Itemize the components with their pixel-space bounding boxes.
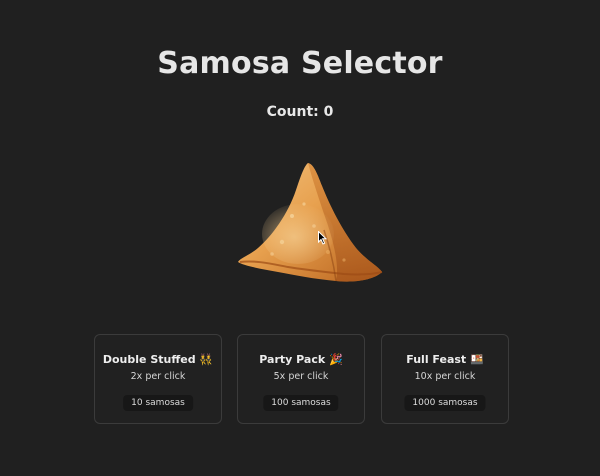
upgrade-rate: 2x per click [130,371,186,382]
samosa-count: Count: 0 [266,104,334,120]
upgrade-title: Double Stuffed [102,353,196,366]
samosa-app: Samosa Selector Count: 0 Double Stuffed … [0,0,600,476]
samosa-click-button[interactable] [232,156,388,288]
buy-double-stuffed-button[interactable]: 10 samosas [123,395,193,411]
upgrade-rate: 5x per click [273,371,329,382]
buy-party-pack-button[interactable]: 100 samosas [263,395,339,411]
page-title: Samosa Selector [157,46,443,81]
dancers-icon: 👯 [199,353,214,366]
bento-box-icon: 🍱 [470,353,484,366]
upgrade-card-party-pack: Party Pack 🎉 5x per click 100 samosas [237,334,365,424]
upgrade-card-double-stuffed: Double Stuffed 👯 2x per click 10 samosas [94,334,222,424]
upgrade-title: Party Pack [259,353,326,366]
buy-full-feast-button[interactable]: 1000 samosas [404,395,486,411]
upgrades-panel: Double Stuffed 👯 2x per click 10 samosas… [94,334,512,426]
upgrade-card-full-feast: Full Feast 🍱 10x per click 1000 samosas [381,334,509,424]
samosa-icon [238,163,383,282]
party-popper-icon: 🎉 [329,353,343,366]
upgrade-rate: 10x per click [414,371,476,382]
upgrade-title: Full Feast [406,353,467,366]
